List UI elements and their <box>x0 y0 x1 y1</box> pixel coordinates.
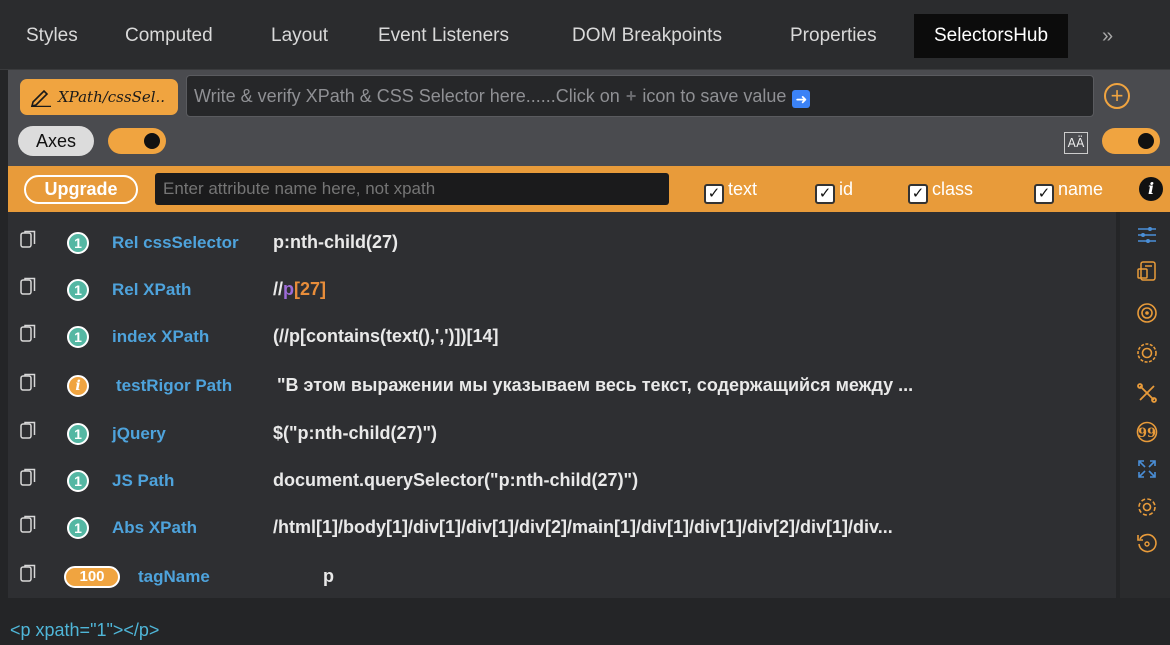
info-badge-icon[interactable]: i <box>67 375 89 397</box>
target-icon[interactable] <box>1136 302 1158 324</box>
tab-styles[interactable]: Styles <box>26 14 78 58</box>
checkbox-class[interactable]: ✓ class <box>908 178 974 204</box>
result-row-testrigor: i testRigor Path "В этом выражении мы ук… <box>8 359 1116 407</box>
result-label: tagName <box>138 567 210 586</box>
result-row-abs-xpath: 1 Abs XPath /html[1]/body[1]/div[1]/div[… <box>8 501 1116 549</box>
match-count-badge: 1 <box>67 232 89 254</box>
tab-layout[interactable]: Layout <box>271 14 328 58</box>
xpath-index: [27] <box>294 279 327 299</box>
quote-icon[interactable]: 99 <box>1136 421 1158 443</box>
copy-icon[interactable] <box>20 373 36 391</box>
more-tabs-button[interactable]: » <box>1102 14 1113 58</box>
tab-selectorshub[interactable]: SelectorsHub <box>914 14 1069 58</box>
result-value[interactable]: //p[27] <box>273 279 1103 300</box>
info-icon[interactable]: i <box>1139 177 1163 201</box>
xpath-css-selector-button[interactable]: XPath/cssSel.. <box>20 79 178 115</box>
checkbox-box: ✓ <box>908 184 928 204</box>
upgrade-button[interactable]: Upgrade <box>24 175 138 204</box>
svg-text:99: 99 <box>1138 426 1156 441</box>
add-selector-button[interactable]: + <box>1104 83 1130 109</box>
result-value[interactable]: p:nth-child(27) <box>273 232 1103 253</box>
result-row-index-xpath: 1 index XPath (//p[contains(text(),',')]… <box>8 310 1116 358</box>
copy-icon[interactable] <box>20 421 36 439</box>
result-value[interactable]: document.querySelector("p:nth-child(27)"… <box>273 470 1103 491</box>
result-label: Rel cssSelector <box>112 233 239 252</box>
checkbox-name[interactable]: ✓ name <box>1034 178 1104 204</box>
match-count-badge: 1 <box>67 517 89 539</box>
case-toggle[interactable] <box>1102 128 1160 154</box>
checkbox-text[interactable]: ✓ text <box>704 178 758 204</box>
selector-toolbar: XPath/cssSel.. Write & verify XPath & CS… <box>8 70 1170 166</box>
result-value[interactable]: "В этом выражении мы указываем весь текс… <box>277 375 1103 396</box>
xpath-prefix: // <box>273 279 284 299</box>
tools-icon[interactable] <box>1136 382 1158 404</box>
checkbox-box: ✓ <box>704 184 724 204</box>
checkbox-box: ✓ <box>815 184 835 204</box>
selector-input[interactable] <box>186 75 1094 117</box>
checkbox-label: name <box>1058 179 1104 199</box>
result-row-jquery: 1 jQuery $("p:nth-child(27)") <box>8 407 1116 455</box>
result-label: Rel XPath <box>112 280 192 299</box>
result-value[interactable]: $("p:nth-child(27)") <box>273 423 1103 444</box>
axes-label: Axes <box>18 126 94 156</box>
result-value[interactable]: (//p[contains(text(),',')])[14] <box>273 326 1103 347</box>
selector-results: 1 Rel cssSelector p:nth-child(27) 1 Rel … <box>8 212 1116 598</box>
result-value[interactable]: p <box>323 566 1103 587</box>
tab-event-listeners[interactable]: Event Listeners <box>378 14 509 58</box>
axes-toggle[interactable] <box>108 128 166 154</box>
checkbox-label: text <box>728 179 758 199</box>
snippet-icon[interactable] <box>1136 260 1158 282</box>
result-label: index XPath <box>112 327 210 346</box>
result-label: testRigor Path <box>116 376 233 395</box>
expand-icon[interactable] <box>1136 458 1158 480</box>
checkbox-box: ✓ <box>1034 184 1054 204</box>
xpath-tag: p <box>283 279 295 299</box>
tab-dom-breakpoints[interactable]: DOM Breakpoints <box>572 14 722 58</box>
result-value[interactable]: /html[1]/body[1]/div[1]/div[1]/div[2]/ma… <box>273 517 1103 538</box>
result-row-rel-css: 1 Rel cssSelector p:nth-child(27) <box>8 216 1116 264</box>
tool-sidebar: 99 <box>1120 212 1170 598</box>
result-row-rel-xpath: 1 Rel XPath //p[27] <box>8 263 1116 311</box>
result-label: jQuery <box>112 424 166 443</box>
devtools-tab-bar: Styles Computed Layout Event Listeners D… <box>0 0 1170 70</box>
match-count-badge: 100 <box>64 566 120 588</box>
attribute-bar: Upgrade ✓text ✓id ✓class ✓name i <box>8 166 1170 212</box>
tab-computed[interactable]: Computed <box>125 14 213 58</box>
pencil-icon <box>30 89 51 107</box>
attribute-name-input[interactable] <box>155 173 669 205</box>
checkbox-label: class <box>932 179 974 199</box>
copy-icon[interactable] <box>20 564 36 582</box>
checkbox-label: id <box>839 179 854 199</box>
toggle-knob <box>1138 133 1154 149</box>
checkbox-id[interactable]: ✓ id <box>815 178 854 204</box>
match-count-badge: 1 <box>67 470 89 492</box>
result-row-tagname: 100 tagName p <box>8 550 1116 598</box>
sliders-icon[interactable] <box>1136 224 1158 246</box>
copy-icon[interactable] <box>20 324 36 342</box>
gear-target-icon[interactable] <box>1136 342 1158 364</box>
match-count-badge: 1 <box>67 279 89 301</box>
copy-icon[interactable] <box>20 468 36 486</box>
copy-icon[interactable] <box>20 277 36 295</box>
match-count-badge: 1 <box>67 423 89 445</box>
copy-icon[interactable] <box>20 515 36 533</box>
settings-icon[interactable] <box>1136 496 1158 518</box>
selected-element-html: <p xpath="1"></p> <box>10 620 160 640</box>
tab-properties[interactable]: Properties <box>790 14 877 58</box>
result-label: JS Path <box>112 471 175 490</box>
font-size-icon[interactable]: AÄ <box>1064 132 1088 154</box>
toggle-knob <box>144 133 160 149</box>
reset-icon[interactable] <box>1136 532 1158 554</box>
match-count-badge: 1 <box>67 326 89 348</box>
result-row-js-path: 1 JS Path document.querySelector("p:nth-… <box>8 454 1116 502</box>
result-label: Abs XPath <box>112 518 198 537</box>
xpath-button-label: XPath/cssSel.. <box>58 88 166 106</box>
copy-icon[interactable] <box>20 230 36 248</box>
